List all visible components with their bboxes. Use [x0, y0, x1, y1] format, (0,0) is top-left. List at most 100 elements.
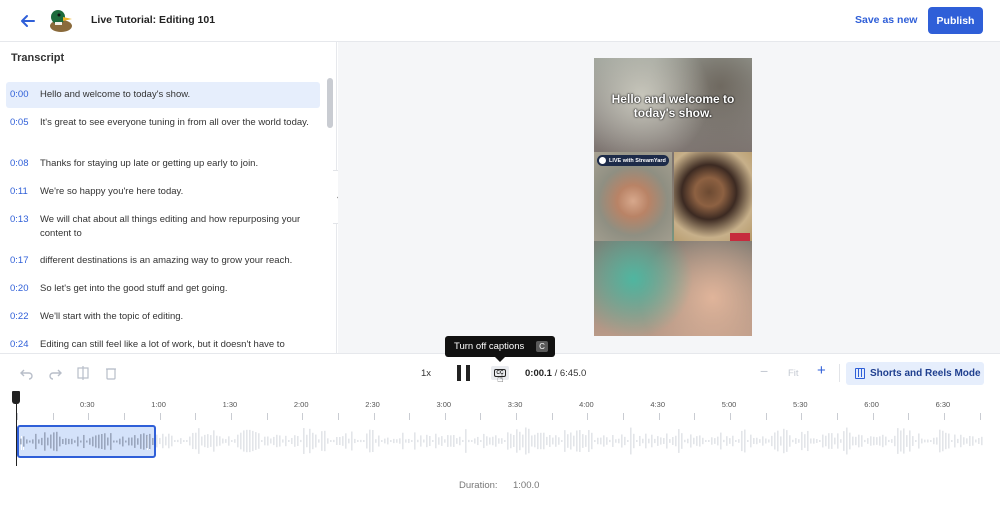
waveform-bar: [849, 432, 851, 450]
transcript-line[interactable]: 0:22 We'll start with the topic of editi…: [6, 304, 320, 324]
waveform-bar: [62, 439, 64, 444]
transcript-line[interactable]: 0:08 Thanks for staying up late or getti…: [6, 151, 320, 171]
waveform-bar: [861, 435, 863, 447]
waveform-bar: [894, 435, 896, 447]
waveform-bar: [339, 437, 341, 445]
arrow-left-icon: [21, 15, 35, 27]
waveform-bar: [29, 440, 31, 443]
waveform-bar: [756, 437, 758, 445]
transcript-text[interactable]: Editing can still feel like a lot of wor…: [40, 338, 316, 352]
waveform-bar: [936, 437, 938, 445]
trash-icon[interactable]: [104, 366, 118, 380]
redo-icon[interactable]: [48, 366, 62, 380]
timeline-tick-label: 4:00: [579, 400, 594, 409]
split-icon[interactable]: [76, 366, 90, 380]
waveform-bar: [714, 438, 716, 444]
zoom-fit-button[interactable]: Fit: [788, 368, 799, 379]
timeline-ruler[interactable]: 0:30 1:00 1:30 2:00 2:30 3:00 3:30 4:00 4:30 5:00…: [0, 391, 1000, 421]
zoom-out-button[interactable]: −: [760, 363, 768, 379]
waveform-bar: [285, 435, 287, 447]
waveform-bar: [615, 439, 617, 443]
waveform-bar: [741, 430, 743, 452]
waveform-bar: [930, 440, 932, 442]
waveform-bar: [417, 439, 419, 443]
transcript-text[interactable]: We will chat about all things editing an…: [40, 213, 316, 241]
timeline-tick: [444, 413, 446, 420]
transcript-line[interactable]: 0:00 Hello and welcome to today's show.: [6, 82, 320, 108]
timeline-tick: [979, 413, 981, 420]
transcript-line[interactable]: 0:20 So let's get into the good stuff an…: [6, 276, 320, 296]
playhead-line: [16, 404, 17, 466]
transcript-timestamp[interactable]: 0:17: [10, 254, 40, 268]
waveform-bar: [354, 438, 356, 444]
waveform-bar: [327, 438, 329, 444]
transcript-text[interactable]: different destinations is an amazing way…: [40, 254, 316, 268]
transcript-text[interactable]: It's great to see everyone tuning in fro…: [40, 116, 316, 130]
waveform-bar: [639, 435, 641, 447]
transcript-line[interactable]: 0:24 Editing can still feel like a lot o…: [6, 332, 320, 352]
transcript-timestamp[interactable]: 0:22: [10, 310, 40, 324]
transcript-timestamp[interactable]: 0:24: [10, 338, 40, 352]
waveform-bar: [273, 436, 275, 446]
transcript-text[interactable]: Hello and welcome to today's show.: [40, 88, 316, 102]
transcript-timestamp[interactable]: 0:05: [10, 116, 40, 130]
waveform-bar: [324, 430, 326, 452]
waveform-bar: [186, 440, 188, 442]
playhead-handle[interactable]: [12, 391, 20, 404]
transcript-text[interactable]: So let's get into the good stuff and get…: [40, 282, 316, 296]
waveform-bar: [693, 437, 695, 445]
waveform-bar: [92, 436, 94, 447]
zoom-in-button[interactable]: +: [817, 362, 826, 379]
transcript-text[interactable]: We'll start with the topic of editing.: [40, 310, 316, 324]
waveform-bar: [336, 436, 338, 446]
video-preview[interactable]: Hello and welcome to today's show. LIVE …: [594, 58, 752, 336]
undo-icon[interactable]: [20, 366, 34, 380]
waveform-bar: [393, 438, 395, 444]
waveform-bar: [882, 434, 884, 448]
transcript-timestamp[interactable]: 0:11: [10, 185, 40, 199]
timeline-tick-label: 0:30: [80, 400, 95, 409]
transcript-timestamp[interactable]: 0:13: [10, 213, 40, 241]
timeline-tick: [480, 413, 482, 420]
waveform-bar: [86, 440, 88, 443]
duck-logo-icon: [48, 8, 76, 34]
transcript-line[interactable]: 0:05 It's great to see everyone tuning i…: [6, 110, 320, 130]
transcript-timestamp[interactable]: 0:20: [10, 282, 40, 296]
waveform-bar: [564, 430, 566, 452]
transcript-timestamp[interactable]: 0:08: [10, 157, 40, 171]
waveform-bar: [456, 438, 458, 444]
streamyard-logo-icon: [598, 156, 607, 165]
waveform-bar: [804, 434, 806, 448]
audio-waveform-track[interactable]: [17, 424, 983, 458]
waveform-bar: [240, 432, 242, 450]
playback-speed[interactable]: 1x: [421, 368, 431, 379]
pause-button[interactable]: [455, 364, 473, 382]
waveform-bar: [600, 437, 602, 445]
transcript-line[interactable]: 0:13 We will chat about all things editi…: [6, 207, 320, 241]
transcript-text[interactable]: Thanks for staying up late or getting up…: [40, 157, 316, 171]
waveform-bar: [348, 438, 350, 444]
timeline-tick: [17, 413, 18, 420]
waveform-bar: [438, 437, 440, 445]
timeline-tick: [765, 413, 767, 420]
transcript-line[interactable]: 0:11 We're so happy you're here today.: [6, 179, 320, 199]
transcript-scrollbar[interactable]: [327, 78, 333, 128]
transcript-timestamp[interactable]: 0:00: [10, 88, 40, 102]
waveform-bar: [480, 440, 482, 442]
waveform-bar: [690, 434, 692, 448]
transcript-line[interactable]: 0:17 different destinations is an amazin…: [6, 248, 320, 268]
waveform-bar: [783, 428, 785, 454]
waveform-bar: [555, 435, 557, 447]
waveform-bar: [435, 433, 437, 449]
save-as-new-button[interactable]: Save as new: [855, 14, 917, 26]
shorts-reels-mode-button[interactable]: Shorts and Reels Mode: [846, 362, 984, 385]
waveform-bar: [795, 438, 797, 444]
waveform-bar: [609, 439, 611, 443]
transcript-text[interactable]: We're so happy you're here today.: [40, 185, 316, 199]
waveform-bar: [621, 434, 623, 448]
timecode: 0:00.1 / 6:45.0: [525, 368, 586, 379]
back-button[interactable]: [18, 11, 38, 31]
waveform-bar: [708, 440, 710, 442]
waveform-bar: [777, 430, 779, 452]
publish-button[interactable]: Publish: [928, 7, 983, 34]
